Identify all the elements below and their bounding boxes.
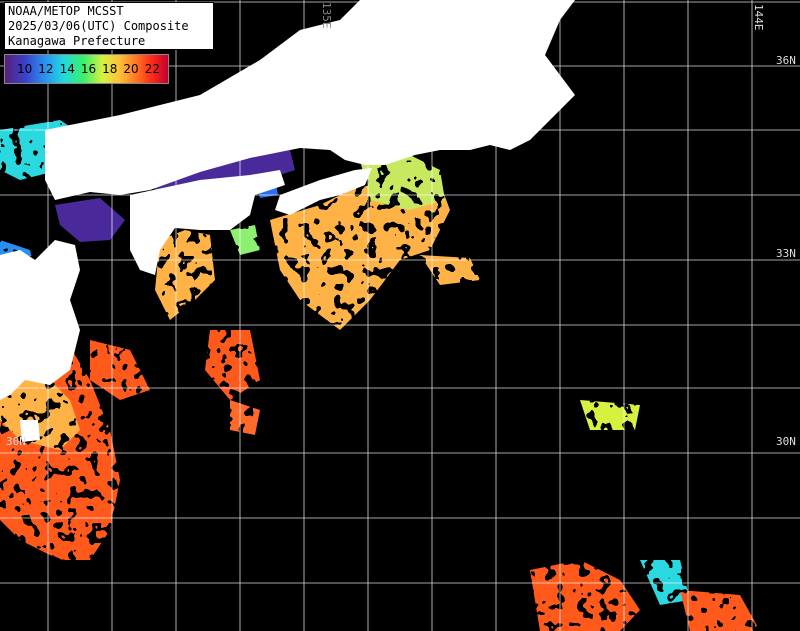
- lon-label-135e: 135E: [320, 2, 333, 29]
- sst-patch-suo-nada: [55, 198, 125, 242]
- title-source: NOAA/METOP MCSST: [8, 4, 124, 18]
- sst-patch-red-1: [90, 340, 150, 400]
- sst-patch-south-1: [530, 560, 640, 631]
- sst-patch-south-2: [680, 590, 760, 631]
- title-region: Kanagawa Prefecture: [8, 34, 146, 48]
- legend-tick: 18: [102, 62, 118, 76]
- temperature-legend: 10 12 14 16 18 20 22: [4, 54, 169, 84]
- sst-data-layer: [0, 120, 760, 631]
- lat-label-33n: 33N: [776, 247, 796, 260]
- legend-ticks: 10 12 14 16 18 20 22: [17, 62, 160, 76]
- sst-patch-red-2: [205, 330, 260, 400]
- legend-tick: 22: [144, 62, 160, 76]
- lat-label-30n-left: 30N: [6, 435, 26, 448]
- sst-map: [0, 0, 800, 631]
- legend-tick: 20: [123, 62, 139, 76]
- title-date: 2025/03/06(UTC) Composite: [8, 19, 189, 33]
- sst-patch-kuroshio-east: [420, 255, 480, 285]
- lat-label-36n: 36N: [776, 54, 796, 67]
- legend-tick: 16: [80, 62, 97, 76]
- legend-tick: 10: [17, 62, 33, 76]
- lon-label-144e: 144E: [752, 4, 765, 31]
- lat-label-30n-right: 30N: [776, 435, 796, 448]
- sst-patch-yellow-specks: [580, 400, 640, 430]
- sst-map-view: NOAA/METOP MCSST 2025/03/06(UTC) Composi…: [0, 0, 800, 631]
- legend-tick: 12: [38, 62, 54, 76]
- sst-patch-red-3: [230, 400, 260, 435]
- legend-tick: 14: [59, 62, 75, 76]
- sst-patch-small-green: [230, 225, 260, 255]
- title-box: NOAA/METOP MCSST 2025/03/06(UTC) Composi…: [4, 2, 214, 50]
